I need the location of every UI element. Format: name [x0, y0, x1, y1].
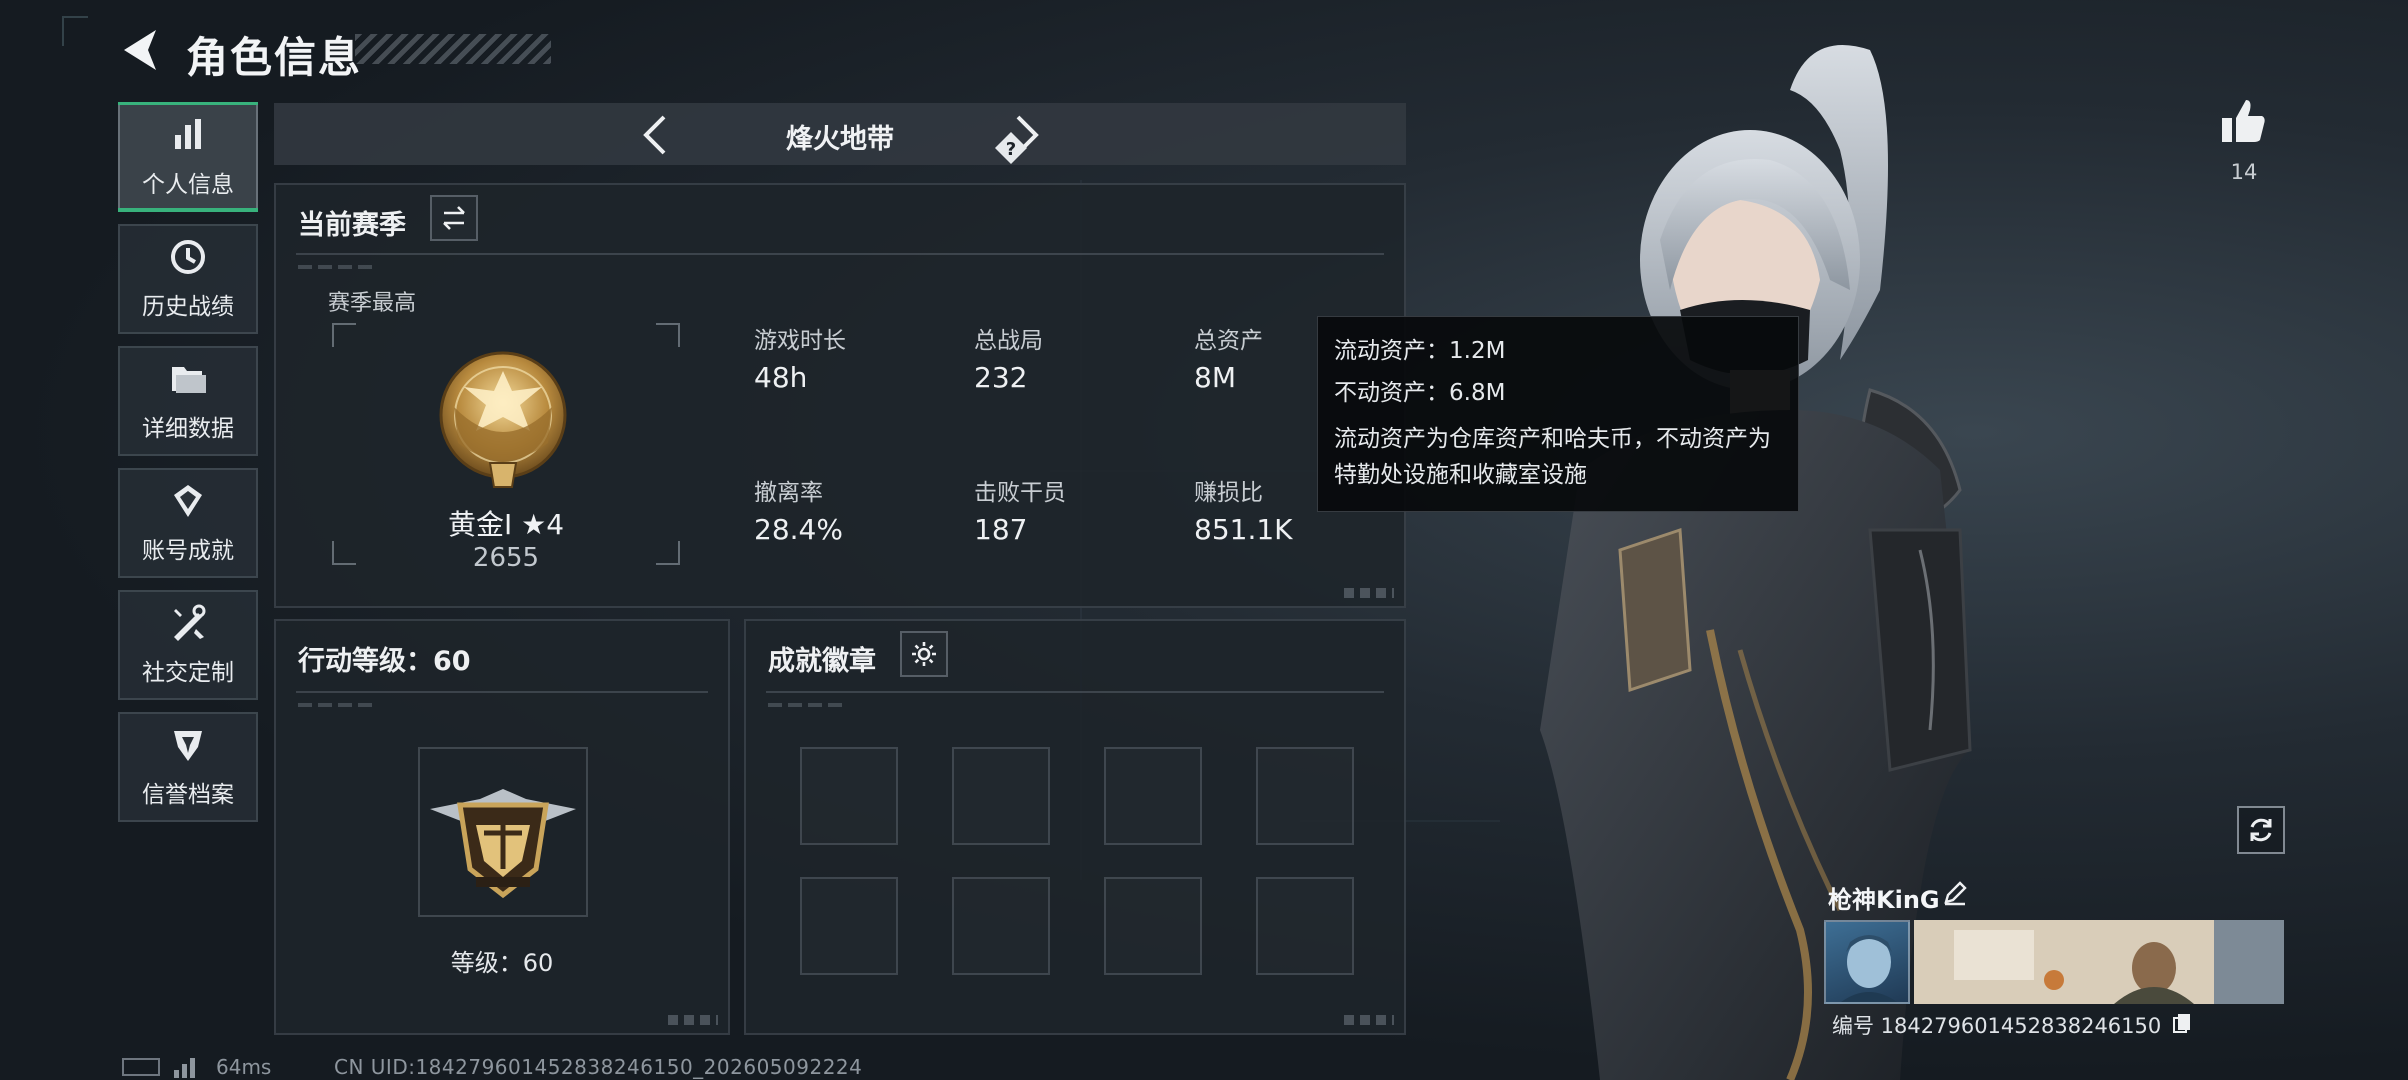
- battery-icon: [122, 1058, 160, 1076]
- stat-value-operators-killed: 187: [974, 513, 1028, 546]
- player-id: 编号 1842796014528382461​50: [1832, 1014, 2162, 1038]
- banner-art: [1914, 920, 2284, 1004]
- switch-season-button[interactable]: [430, 195, 478, 241]
- season-best-label: 赛季最高: [328, 291, 417, 316]
- achievement-title: 成就徽章: [768, 646, 876, 677]
- avatar-portrait: [1841, 935, 1897, 1002]
- sidebar-item-personal-info[interactable]: 个人信息: [118, 102, 258, 212]
- title-decoration: [355, 34, 551, 64]
- season-panel: 当前赛季 赛季最高 黄金I ★4 2655 游戏时长 48h 总战局 232 总…: [274, 183, 1406, 608]
- tools-icon: [174, 604, 206, 641]
- divider: [296, 253, 1384, 255]
- stat-value-profit-ratio: 851.1K: [1194, 513, 1293, 546]
- achievement-icon: [174, 485, 202, 517]
- badge-slot[interactable]: [800, 747, 898, 845]
- stat-label-total-assets: 总资产: [1194, 328, 1263, 354]
- sidebar-item-label: 详细数据: [142, 416, 234, 442]
- clock-icon: [171, 240, 205, 274]
- frame-corner: [656, 323, 680, 347]
- corner-ticks: [668, 1015, 718, 1025]
- badge-slot[interactable]: [1104, 747, 1202, 845]
- tooltip-fixed-assets: 不动资产：6.8M: [1334, 380, 1506, 406]
- divider: [296, 691, 708, 693]
- sidebar-item-credit-profile[interactable]: 信誉档案: [118, 712, 258, 822]
- player-banner[interactable]: [1914, 920, 2284, 1004]
- svg-text:?: ?: [1006, 139, 1016, 160]
- sidebar-item-detailed-data[interactable]: 详细数据: [118, 346, 258, 456]
- uid-line: CN UID:1842796014528382461​50_2026050922…: [334, 1055, 863, 1079]
- player-card: 枪神KinG 编号 1842796014528382461​50: [1822, 876, 2284, 1038]
- page-title: 角色信息: [186, 33, 363, 82]
- signal-icon: [174, 1058, 195, 1078]
- achievement-badges-panel: 成就徽章: [744, 619, 1406, 1035]
- back-arrow-icon: [124, 30, 156, 70]
- swap-icon: [443, 206, 465, 230]
- badge-slot[interactable]: [1256, 877, 1354, 975]
- corner-ticks: [1344, 1015, 1394, 1025]
- like-count: 14: [2230, 160, 2258, 184]
- stat-value-extract-rate: 28.4%: [754, 513, 843, 546]
- rank-score: 2655: [472, 543, 540, 573]
- stat-label-playtime: 游戏时长: [754, 328, 846, 354]
- sidebar-item-social-custom[interactable]: 社交定制: [118, 590, 258, 700]
- stat-value-total-matches: 232: [974, 361, 1028, 394]
- mode-switcher: 烽火地带: [274, 103, 1406, 165]
- help-icon[interactable]: ?: [994, 131, 1028, 165]
- badge-slot[interactable]: [1104, 877, 1202, 975]
- action-level-panel: 行动等级：60 等级：60: [274, 619, 730, 1035]
- divider-dots: [298, 703, 378, 707]
- thumbs-up-icon[interactable]: [2218, 96, 2270, 148]
- badge-slot[interactable]: [952, 877, 1050, 975]
- rank-name: 黄金I ★4: [447, 508, 565, 541]
- tooltip-description: 流动资产为仓库资产和哈夫币，不动资产为特勤处设施和收藏室设施: [1334, 426, 1771, 488]
- stat-label-extract-rate: 撤离率: [754, 480, 823, 506]
- player-name: 枪神KinG: [1828, 886, 1940, 914]
- sidebar-item-label: 账号成就: [142, 538, 234, 564]
- refresh-button[interactable]: [2237, 806, 2285, 854]
- badge-slot[interactable]: [952, 747, 1050, 845]
- sidebar-item-label: 个人信息: [142, 172, 234, 198]
- frame-corner: [332, 323, 356, 347]
- back-button[interactable]: [118, 26, 166, 74]
- stat-value-total-assets: 8M: [1194, 361, 1236, 394]
- corner-ticks: [1344, 588, 1394, 598]
- tooltip-liquid-assets: 流动资产：1.2M: [1334, 338, 1506, 364]
- sidebar-item-label: 社交定制: [142, 660, 234, 686]
- folder-icon: [172, 367, 206, 393]
- badge-settings-button[interactable]: [900, 631, 948, 677]
- season-title: 当前赛季: [298, 210, 406, 241]
- stat-label-profit-ratio: 赚损比: [1194, 480, 1263, 506]
- divider: [766, 691, 1384, 693]
- divider-dots: [298, 265, 378, 269]
- sidebar-item-label: 历史战绩: [142, 294, 234, 320]
- level-value: 等级：60: [450, 949, 554, 977]
- action-level-title: 行动等级：60: [298, 646, 471, 677]
- divider-dots: [768, 703, 848, 707]
- copy-icon[interactable]: [2172, 1012, 2192, 1034]
- level-emblem-frame: [418, 747, 588, 917]
- corner-decoration: [62, 16, 88, 46]
- credit-shield-icon: [174, 731, 202, 761]
- stat-label-operators-killed: 击败干员: [974, 480, 1066, 506]
- mode-label: 烽火地带: [786, 124, 894, 155]
- refresh-icon: [2250, 818, 2272, 842]
- gear-icon: [912, 642, 936, 666]
- bar-chart-icon: [175, 119, 201, 149]
- sidebar-item-history[interactable]: 历史战绩: [118, 224, 258, 334]
- badge-slot[interactable]: [1256, 747, 1354, 845]
- stat-value-playtime: 48h: [754, 361, 808, 394]
- badge-slot[interactable]: [800, 877, 898, 975]
- gold-rank-emblem: [439, 351, 567, 488]
- sidebar-item-achievements[interactable]: 账号成就: [118, 468, 258, 578]
- sidebar-item-label: 信誉档案: [142, 782, 234, 808]
- asset-tooltip: 流动资产：1.2M 不动资产：6.8M 流动资产为仓库资产和哈夫币，不动资产为特…: [1317, 316, 1799, 512]
- stat-label-total-matches: 总战局: [974, 328, 1043, 354]
- ping-value: 64ms: [216, 1055, 272, 1079]
- edit-icon[interactable]: [1942, 880, 1968, 906]
- level-emblem: [430, 789, 576, 899]
- avatar[interactable]: [1824, 920, 1910, 1004]
